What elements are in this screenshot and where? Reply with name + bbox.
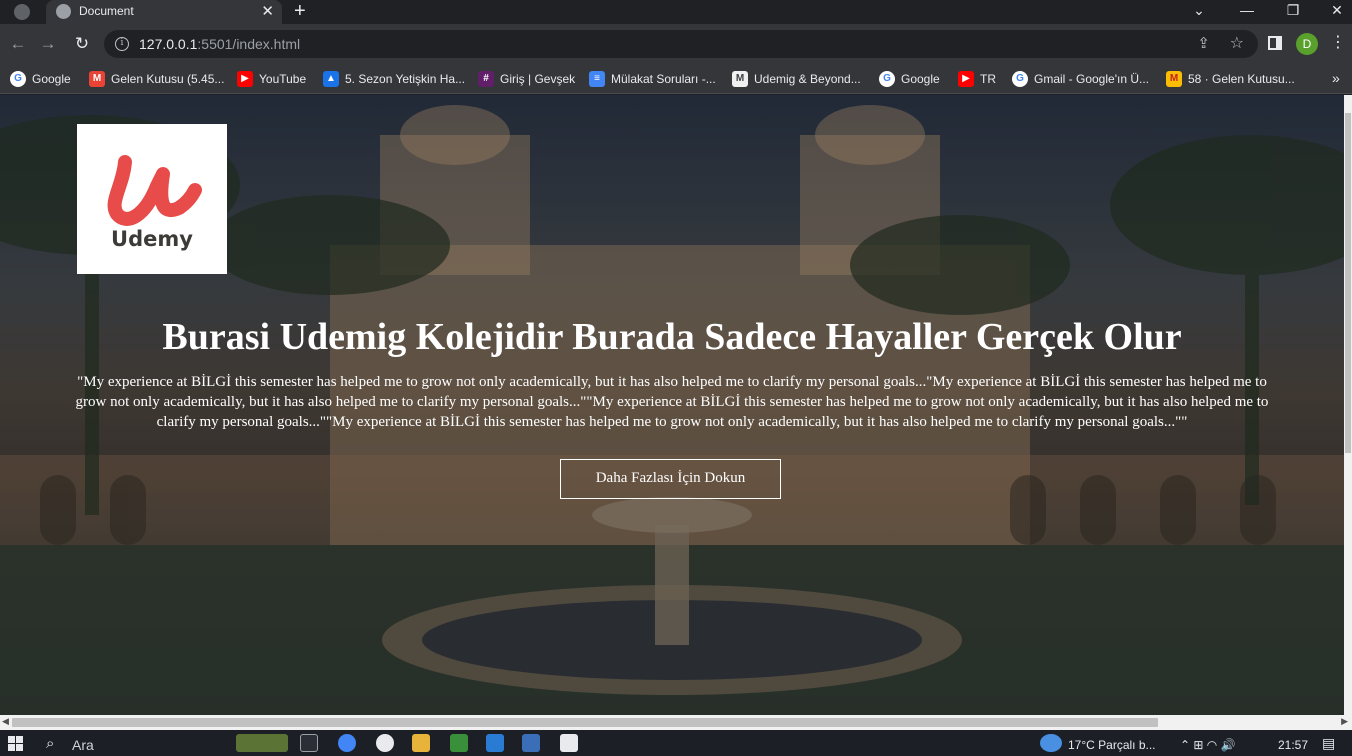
gmail-icon: M — [89, 71, 105, 87]
tab-document[interactable]: Document ✕ — [46, 0, 282, 24]
scrollbar-thumb[interactable] — [1345, 113, 1351, 453]
vertical-scrollbar[interactable] — [1344, 95, 1352, 715]
bookmarks-bar: G Google M Gelen Kutusu (5.45... ▶ YouTube … — [0, 64, 1352, 94]
tab-search-icon[interactable]: ⌄ — [1176, 0, 1222, 24]
menu-icon[interactable]: ⋮ — [1330, 32, 1346, 52]
minimize-button[interactable]: — — [1224, 0, 1270, 24]
search-icon[interactable]: ⌕ — [46, 735, 54, 752]
bookmark-label: Google — [32, 72, 71, 86]
udemy-icon: M — [732, 71, 748, 87]
google-icon: G — [879, 71, 895, 87]
bookmark-label: 58 · Gelen Kutusu... — [1188, 72, 1295, 86]
bookmark-item[interactable]: G Google — [10, 71, 71, 87]
learn-more-button[interactable]: Daha Fazlası İçin Dokun — [560, 459, 781, 499]
scroll-left-icon[interactable]: ◀ — [2, 716, 9, 727]
bookmark-item[interactable]: G Gmail - Google'ın Ü... — [1012, 71, 1149, 87]
globe-icon — [56, 4, 71, 19]
back-button[interactable]: ← — [6, 32, 30, 56]
slack-icon: # — [478, 71, 494, 87]
bookmark-label: 5. Sezon Yetişkin Ha... — [345, 72, 466, 86]
google-icon: G — [1012, 71, 1028, 87]
bookmark-label: Google — [901, 72, 940, 86]
google-icon: G — [10, 71, 26, 87]
forward-button[interactable]: → — [36, 32, 60, 56]
new-tab-button[interactable]: + — [294, 0, 306, 22]
bookmark-item[interactable]: ≡ Mülakat Soruları -... — [589, 71, 716, 87]
bookmark-item[interactable]: ▲ 5. Sezon Yetişkin Ha... — [323, 71, 465, 87]
restore-button[interactable]: ❐ — [1270, 0, 1316, 24]
bookmark-star-icon[interactable]: ☆ — [1230, 33, 1244, 53]
reload-button[interactable]: ↻ — [70, 32, 94, 56]
widgets-icon[interactable] — [236, 734, 288, 752]
browser-toolbar: ← → ↻ i 127.0.0.1:5501/index.html ⇪ ☆ D … — [0, 24, 1352, 64]
side-panel-icon[interactable] — [1268, 36, 1282, 50]
bookmark-item[interactable]: # Giriş | Gevşek — [478, 71, 575, 87]
share-icon[interactable]: ⇪ — [1197, 34, 1210, 52]
url-text[interactable]: 127.0.0.1:5501/index.html — [139, 36, 300, 52]
tab-strip: Document ✕ + ⌄ — ❐ ✕ — [0, 0, 1352, 24]
close-tab-icon[interactable]: ✕ — [261, 2, 274, 20]
testimonial-paragraph: "My experience at BİLGİ this semester ha… — [75, 374, 1269, 430]
bookmark-label: TR — [980, 72, 996, 86]
globe-icon[interactable] — [14, 4, 30, 20]
system-tray-icons[interactable]: ⌃ ⊞ ◠ 🔊 — [1180, 738, 1236, 752]
bookmark-label: Udemig & Beyond... — [754, 72, 861, 86]
bookmark-label: Mülakat Soruları -... — [611, 72, 716, 86]
page-title: Burasi Udemig Kolejidir Burada Sadece Ha… — [162, 316, 1182, 358]
url-path: :5501/index.html — [197, 36, 301, 52]
bookmark-item[interactable]: M 58 · Gelen Kutusu... — [1166, 71, 1295, 87]
nvidia-icon[interactable] — [450, 734, 468, 752]
youtube-icon: ▶ — [958, 71, 974, 87]
windows-taskbar: ⌕ Ara 17°C Parçalı b... ⌃ ⊞ ◠ 🔊 21:57 ▤ — [0, 730, 1352, 756]
udemy-logo[interactable]: Udemy — [77, 124, 227, 274]
bookmark-label: Giriş | Gevşek — [500, 72, 576, 86]
weather-icon[interactable] — [1040, 734, 1062, 752]
scroll-right-icon[interactable]: ▶ — [1341, 716, 1348, 727]
task-view-icon[interactable] — [300, 734, 318, 752]
file-explorer-icon[interactable] — [412, 734, 430, 752]
app-icon[interactable] — [522, 734, 540, 752]
site-info-icon[interactable]: i — [115, 37, 129, 51]
profile-avatar[interactable]: D — [1296, 33, 1318, 55]
bookmark-item[interactable]: M Gelen Kutusu (5.45... — [89, 71, 224, 87]
bookmark-item[interactable]: M Udemig & Beyond... — [732, 71, 861, 87]
more-bookmarks-icon[interactable]: » — [1332, 70, 1340, 86]
url-host: 127.0.0.1 — [139, 36, 198, 52]
person-icon: ▲ — [323, 71, 339, 87]
bookmark-label: YouTube — [259, 72, 307, 86]
address-bar[interactable]: i 127.0.0.1:5501/index.html ⇪ ☆ — [104, 30, 1258, 58]
bookmark-label: Gmail - Google'ın Ü... — [1034, 72, 1149, 86]
notification-icon[interactable]: ▤ — [1322, 735, 1335, 752]
logo-text: Udemy — [111, 227, 193, 251]
youtube-icon: ▶ — [237, 71, 253, 87]
document-icon: ≡ — [589, 71, 605, 87]
udemy-u-icon — [107, 155, 202, 226]
bookmark-item[interactable]: G Google — [879, 71, 940, 87]
vscode-icon[interactable] — [486, 734, 504, 752]
windows-start-icon[interactable] — [8, 736, 23, 751]
tab-title: Document — [79, 4, 134, 18]
close-window-button[interactable]: ✕ — [1314, 0, 1352, 24]
app-icon[interactable] — [560, 734, 578, 752]
bookmark-label: Gelen Kutusu (5.45... — [111, 72, 225, 86]
horizontal-scrollbar[interactable]: ◀ ▶ — [0, 715, 1352, 730]
chrome-icon[interactable] — [338, 734, 356, 752]
clock[interactable]: 21:57 — [1278, 738, 1308, 752]
github-icon[interactable] — [376, 734, 394, 752]
page-viewport: Udemy Burasi Udemig Kolejidir Burada Sad… — [0, 95, 1344, 715]
weather-text[interactable]: 17°C Parçalı b... — [1068, 738, 1156, 752]
gmail-icon: M — [1166, 71, 1182, 87]
bookmark-item[interactable]: ▶ TR — [958, 71, 996, 87]
scrollbar-thumb[interactable] — [12, 718, 1158, 727]
taskbar-search-input[interactable]: Ara — [72, 737, 94, 753]
bookmark-item[interactable]: ▶ YouTube — [237, 71, 306, 87]
